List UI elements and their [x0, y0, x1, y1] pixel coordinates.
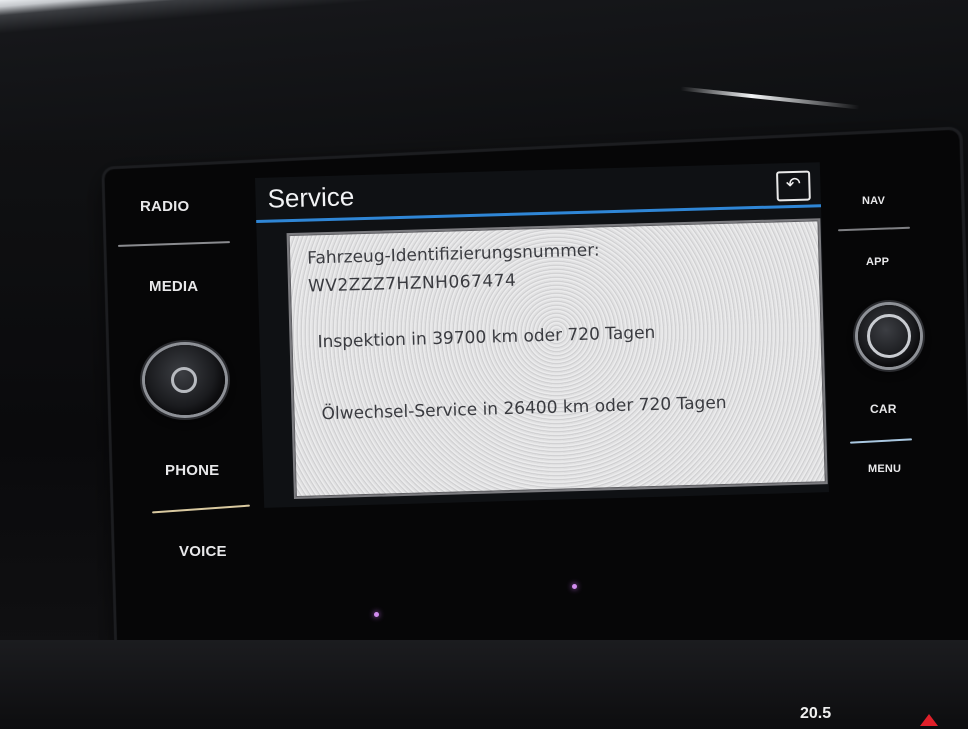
page-title: Service [267, 181, 355, 214]
tuner-knob-ring [867, 314, 911, 358]
back-arrow-icon: ↶ [786, 174, 802, 195]
vin-value: WV2ZZZ7HZNH067474 [308, 271, 517, 297]
nav-button[interactable]: NAV [862, 195, 885, 207]
service-screen: Service ↶ Fahrzeug-Identifizierungsnumme… [255, 162, 829, 508]
voice-button[interactable]: VOICE [179, 543, 227, 560]
hazard-icon[interactable] [920, 714, 938, 726]
media-button[interactable]: MEDIA [149, 278, 198, 295]
menu-button[interactable]: MENU [868, 463, 901, 475]
radio-button[interactable]: RADIO [140, 198, 189, 215]
power-volume-knob[interactable] [145, 345, 225, 415]
dashboard-top [0, 0, 968, 140]
inspection-text: Inspektion in 39700 km oder 720 Tagen [317, 323, 655, 352]
indicator-led [572, 584, 577, 589]
app-button[interactable]: APP [866, 256, 889, 268]
tuner-knob[interactable] [858, 305, 920, 367]
indicator-led [374, 612, 379, 617]
car-button[interactable]: CAR [870, 402, 897, 416]
phone-button[interactable]: PHONE [165, 462, 219, 479]
climate-temperature: 20.5 [800, 705, 831, 723]
service-info-panel: Fahrzeug-Identifizierungsnummer: WV2ZZZ7… [287, 218, 828, 499]
vin-label: Fahrzeug-Identifizierungsnummer: [307, 240, 600, 268]
back-button[interactable]: ↶ [776, 171, 811, 202]
power-icon [171, 367, 197, 393]
oil-service-text: Ölwechsel-Service in 26400 km oder 720 T… [321, 393, 727, 424]
head-unit-photo: RADIO MEDIA PHONE VOICE NAV APP CAR MENU… [0, 0, 968, 729]
